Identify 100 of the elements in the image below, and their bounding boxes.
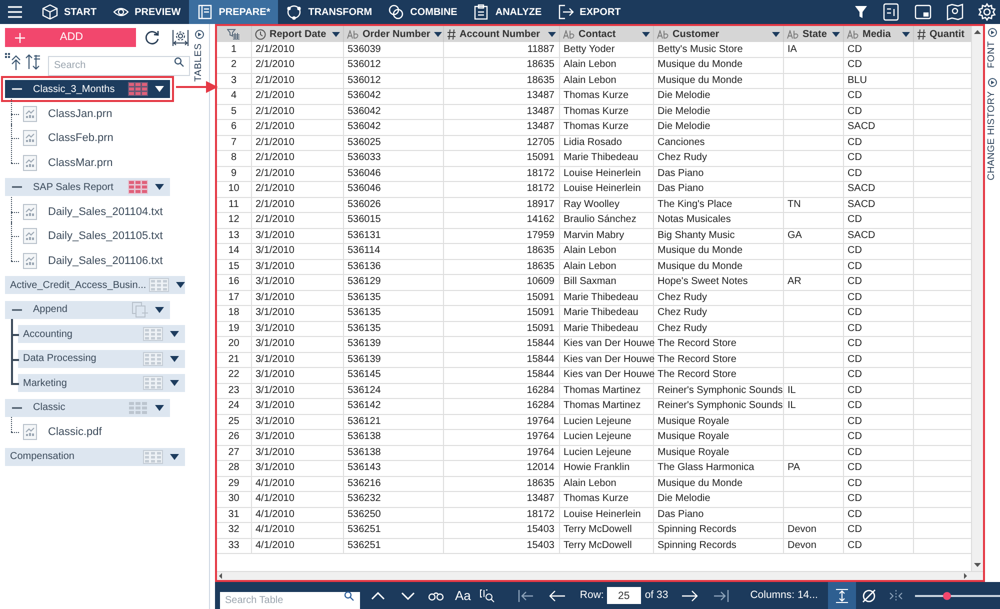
table-cell: Marie Thibedeau <box>559 290 653 306</box>
settings-icon[interactable] <box>978 3 996 21</box>
panel-tab[interactable]: CHANGE HISTORY <box>985 91 1000 180</box>
document-icon[interactable] <box>882 3 900 21</box>
match-case-button[interactable]: Aa <box>455 586 471 606</box>
collapse-all-icon[interactable] <box>5 53 21 71</box>
menu-tab[interactable]: COMBINE <box>380 0 466 24</box>
collapse-columns-icon[interactable] <box>889 590 904 602</box>
table-cell: CD <box>843 104 913 120</box>
sort-icon[interactable] <box>25 53 41 71</box>
column-header[interactable]: Contact <box>559 26 653 42</box>
table-cell: CD <box>843 212 913 228</box>
scroll-right-icon[interactable] <box>964 573 967 579</box>
previous-row-icon[interactable] <box>548 590 565 602</box>
zoom-slider[interactable] <box>915 590 1000 600</box>
dropdown-caret-icon[interactable] <box>642 32 650 36</box>
search-field[interactable]: Search Table <box>220 592 360 609</box>
column-header[interactable]: Order Number <box>343 26 443 42</box>
expand-icon[interactable] <box>195 30 204 39</box>
table-group[interactable]: Accounting <box>18 325 185 344</box>
table-cell: 4/1/2010 <box>251 522 343 538</box>
menu-tab[interactable]: START <box>34 0 105 24</box>
table-cell: 2/1/2010 <box>251 150 343 166</box>
refresh-icon[interactable] <box>144 30 160 46</box>
table-cell: Das Piano <box>653 182 783 197</box>
column-header[interactable]: Quantit <box>913 26 971 42</box>
table-cell: Das Piano <box>653 507 783 522</box>
table-group[interactable]: Data Processing <box>18 350 185 368</box>
dropdown-caret-icon[interactable] <box>832 32 840 36</box>
column-header[interactable]: Media <box>843 26 913 42</box>
scroll-up-icon[interactable] <box>974 30 981 34</box>
scroll-left-icon[interactable] <box>219 573 222 579</box>
table-group[interactable]: Active_Credit_Access_Busin... <box>5 276 185 294</box>
table-cell: Die Melodie <box>653 492 783 507</box>
menu-icon[interactable] <box>8 6 22 18</box>
find-icon[interactable] <box>480 588 496 602</box>
table-cell: 536026 <box>343 197 443 212</box>
row-number: 25 <box>217 414 251 430</box>
table-cell: CD <box>843 336 913 352</box>
table-group[interactable]: Compensation <box>5 448 185 466</box>
table-cell: GA <box>783 228 843 244</box>
settings-icon[interactable] <box>172 28 189 46</box>
table-cell: 15091 <box>443 150 559 166</box>
search-icon <box>344 591 354 601</box>
menu-tab[interactable]: TRANSFORM <box>278 0 380 24</box>
dropdown-caret-icon[interactable] <box>548 32 556 36</box>
dropdown-caret-icon[interactable] <box>155 86 164 92</box>
dropdown-caret-icon[interactable] <box>170 331 179 338</box>
table-group[interactable]: Marketing <box>18 374 185 392</box>
dropdown-caret-icon[interactable] <box>772 32 780 36</box>
expand-icon[interactable] <box>988 78 997 88</box>
chevron-down-icon[interactable] <box>401 592 415 600</box>
row-number: 4 <box>217 88 251 104</box>
dropdown-caret-icon[interactable] <box>155 404 164 411</box>
table-cell: IA <box>783 42 843 58</box>
column-header[interactable]: Account Number <box>443 26 559 42</box>
dropdown-caret-icon[interactable] <box>176 282 186 288</box>
table-group[interactable]: Classic_3_Months <box>5 80 170 98</box>
menu-tab[interactable]: PREVIEW <box>104 0 189 24</box>
table-cell: The Glass Harmonica <box>653 460 783 476</box>
dropdown-caret-icon[interactable] <box>170 454 179 460</box>
table-group[interactable]: Classic <box>5 398 170 417</box>
dropdown-caret-icon[interactable] <box>902 32 910 36</box>
table-group[interactable]: SAP Sales Report <box>5 178 170 196</box>
last-row-icon[interactable] <box>714 590 730 602</box>
dropdown-caret-icon[interactable] <box>170 380 179 386</box>
menu-tab[interactable]: ANALYZE <box>465 0 550 24</box>
table-cell: Thomas Kurze <box>559 104 653 120</box>
dropdown-caret-icon[interactable] <box>332 32 340 36</box>
dropdown-caret-icon[interactable] <box>434 32 442 36</box>
menu-tab[interactable]: EXPORT <box>550 0 629 24</box>
table-group[interactable]: Append <box>5 300 170 319</box>
filter-icon[interactable] <box>854 5 868 19</box>
column-header[interactable]: Report Date <box>251 26 343 42</box>
filter-rows-icon[interactable] <box>227 28 240 40</box>
dropdown-caret-icon[interactable] <box>155 184 164 190</box>
next-row-icon[interactable] <box>682 590 698 602</box>
fit-height-button[interactable] <box>828 582 856 609</box>
panel-tab[interactable]: FONT <box>985 41 1000 68</box>
table-cell: CD <box>843 290 913 306</box>
binoculars-icon[interactable] <box>428 590 444 600</box>
column-header[interactable] <box>217 26 251 42</box>
add-button[interactable]: ADD <box>5 28 136 47</box>
dropdown-caret-icon[interactable] <box>170 356 179 362</box>
chevron-up-icon[interactable] <box>371 592 385 600</box>
scroll-down-icon[interactable] <box>974 563 981 567</box>
column-header[interactable]: State <box>783 26 843 42</box>
panel-tab[interactable]: TABLES <box>192 43 207 82</box>
empty-set-icon[interactable] <box>862 588 876 602</box>
row-input[interactable]: 25 <box>606 587 641 604</box>
expand-icon[interactable] <box>988 28 997 37</box>
table-cell: 19764 <box>443 414 559 430</box>
dropdown-caret-icon[interactable] <box>155 306 164 313</box>
row-number: 24 <box>217 398 251 414</box>
menu-tab[interactable]: PREPARE* <box>188 0 278 24</box>
column-header[interactable]: Customer <box>653 26 783 42</box>
table-cell: Ray Woolley <box>559 197 653 212</box>
first-row-icon[interactable] <box>518 590 533 602</box>
window-icon[interactable] <box>914 3 932 21</box>
search-field[interactable]: Search <box>48 56 190 76</box>
